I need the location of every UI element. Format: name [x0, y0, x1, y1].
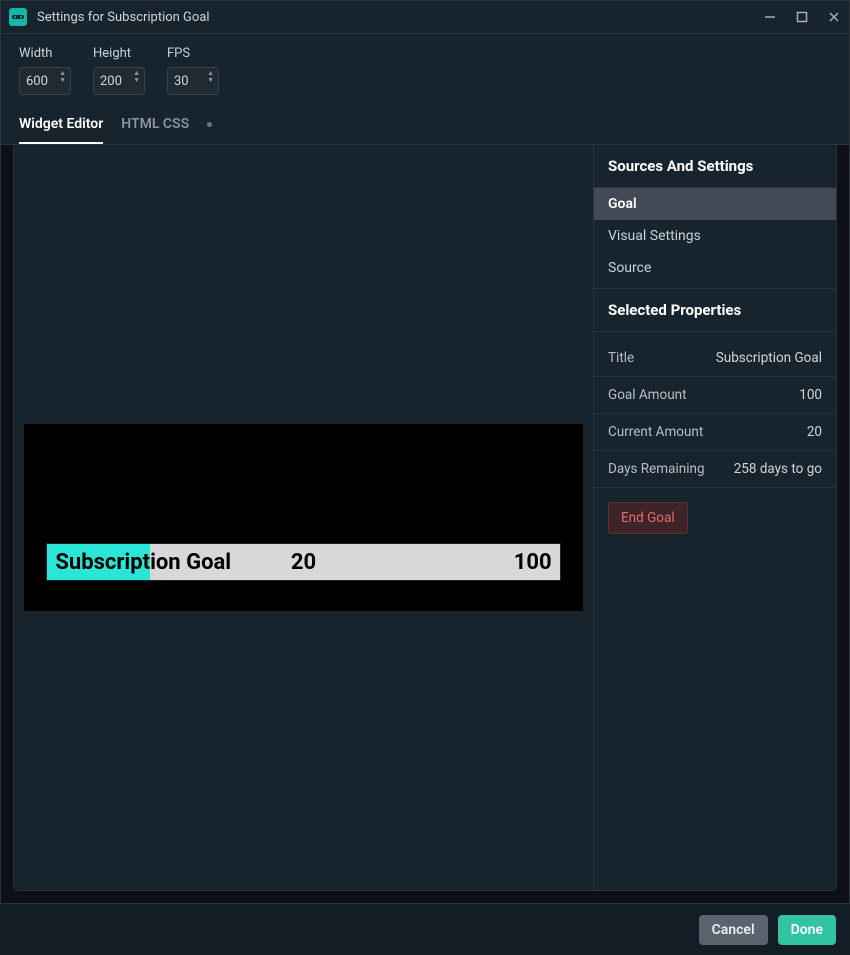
fps-input[interactable]: 30 ▲▼ [167, 67, 219, 95]
preview-canvas: Subscription Goal 20 100 [24, 424, 583, 610]
goal-bar-current: 20 [291, 550, 316, 575]
goal-bar-title: Subscription Goal [55, 550, 231, 575]
window-title: Settings for Subscription Goal [37, 10, 763, 25]
sources-list: Goal Visual Settings Source [594, 188, 836, 289]
tab-html-css[interactable]: HTML CSS [121, 106, 189, 144]
prop-days-remaining-row: Days Remaining 258 days to go [594, 451, 836, 488]
height-label: Height [93, 46, 145, 61]
height-value: 200 [100, 74, 122, 89]
width-group: Width 600 ▲▼ [19, 46, 71, 95]
goal-bar-total: 100 [514, 550, 552, 575]
prop-current-amount-row: Current Amount 20 [594, 414, 836, 451]
height-group: Height 200 ▲▼ [93, 46, 145, 95]
preview-area: Subscription Goal 20 100 [14, 145, 593, 890]
prop-days-remaining-label: Days Remaining [608, 461, 705, 477]
goal-bar-text: Subscription Goal 20 100 [47, 544, 559, 580]
prop-days-remaining-value: 258 days to go [734, 461, 822, 477]
prop-goal-amount-label: Goal Amount [608, 387, 687, 403]
goal-bar: Subscription Goal 20 100 [46, 543, 560, 581]
selected-properties-heading: Selected Properties [594, 289, 836, 332]
footer: Cancel Done [0, 903, 850, 955]
fps-group: FPS 30 ▲▼ [167, 46, 219, 95]
prop-current-amount-label: Current Amount [608, 424, 703, 440]
sidebar-item-source[interactable]: Source [594, 252, 836, 284]
tab-row: Widget Editor HTML CSS [1, 105, 849, 145]
maximize-button[interactable] [795, 10, 809, 24]
chevron-down-icon: ▼ [133, 77, 140, 84]
right-panel: Sources And Settings Goal Visual Setting… [593, 145, 836, 890]
fps-label: FPS [167, 46, 219, 61]
sidebar-item-goal[interactable]: Goal [594, 188, 836, 220]
window-controls [763, 10, 841, 24]
sidebar-item-visual-settings[interactable]: Visual Settings [594, 220, 836, 252]
app-logo-icon [9, 8, 27, 26]
chevron-down-icon: ▼ [59, 77, 66, 84]
close-button[interactable] [827, 10, 841, 24]
chevron-down-icon: ▼ [207, 77, 214, 84]
tab-indicator-dot-icon [207, 122, 212, 127]
tab-widget-editor[interactable]: Widget Editor [19, 106, 103, 144]
prop-current-amount-value: 20 [807, 424, 822, 440]
prop-goal-amount-row: Goal Amount 100 [594, 377, 836, 414]
end-goal-button[interactable]: End Goal [608, 502, 688, 534]
prop-title-label: Title [608, 350, 634, 366]
height-spinner[interactable]: ▲▼ [133, 70, 140, 84]
width-input[interactable]: 600 ▲▼ [19, 67, 71, 95]
width-spinner[interactable]: ▲▼ [59, 70, 66, 84]
fps-value: 30 [174, 74, 189, 89]
cancel-button[interactable]: Cancel [699, 915, 768, 945]
prop-goal-amount-value: 100 [799, 387, 822, 403]
fps-spinner[interactable]: ▲▼ [207, 70, 214, 84]
minimize-button[interactable] [763, 10, 777, 24]
title-bar: Settings for Subscription Goal [1, 1, 849, 34]
sources-settings-heading: Sources And Settings [594, 145, 836, 188]
prop-title-row: Title Subscription Goal [594, 332, 836, 377]
main-panel: Subscription Goal 20 100 Sources And Set… [13, 145, 837, 891]
width-label: Width [19, 46, 71, 61]
done-button[interactable]: Done [778, 915, 836, 945]
prop-title-value: Subscription Goal [716, 350, 822, 366]
width-value: 600 [26, 74, 48, 89]
dimensions-row: Width 600 ▲▼ Height 200 ▲▼ FPS 30 ▲▼ [1, 34, 849, 105]
height-input[interactable]: 200 ▲▼ [93, 67, 145, 95]
